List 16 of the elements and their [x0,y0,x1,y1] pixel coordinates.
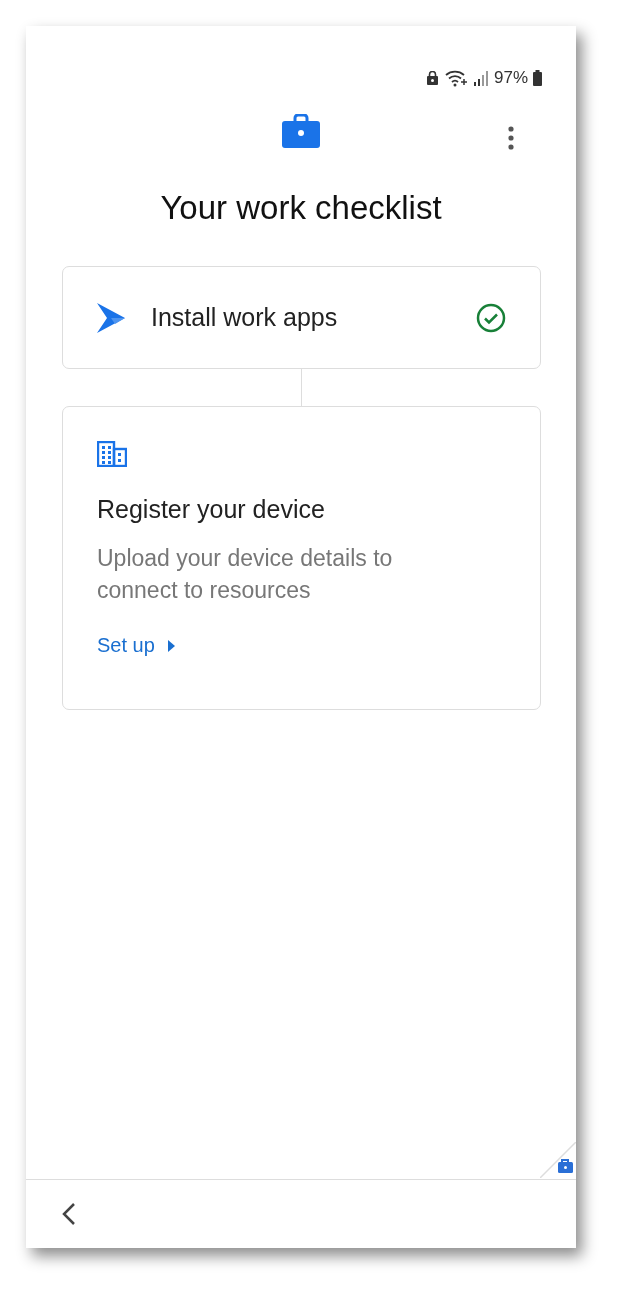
signal-icon [472,70,489,86]
task-title: Install work apps [151,303,339,332]
page-title: Your work checklist [159,188,443,228]
lock-icon [425,71,439,85]
battery-icon [533,70,542,86]
wifi-icon [443,69,468,87]
battery-percent: 97% [493,68,528,88]
back-icon[interactable] [62,1202,76,1226]
setup-link[interactable]: Set up [97,634,175,657]
task-description: Upload your device details to connect to resources [97,544,394,605]
more-options-icon[interactable] [508,126,514,150]
building-icon [97,441,127,467]
caret-icon [166,639,175,652]
task-card[interactable]: Install work apps [62,266,541,369]
task-title: Register your device [97,495,326,524]
briefcase-icon [282,114,320,148]
